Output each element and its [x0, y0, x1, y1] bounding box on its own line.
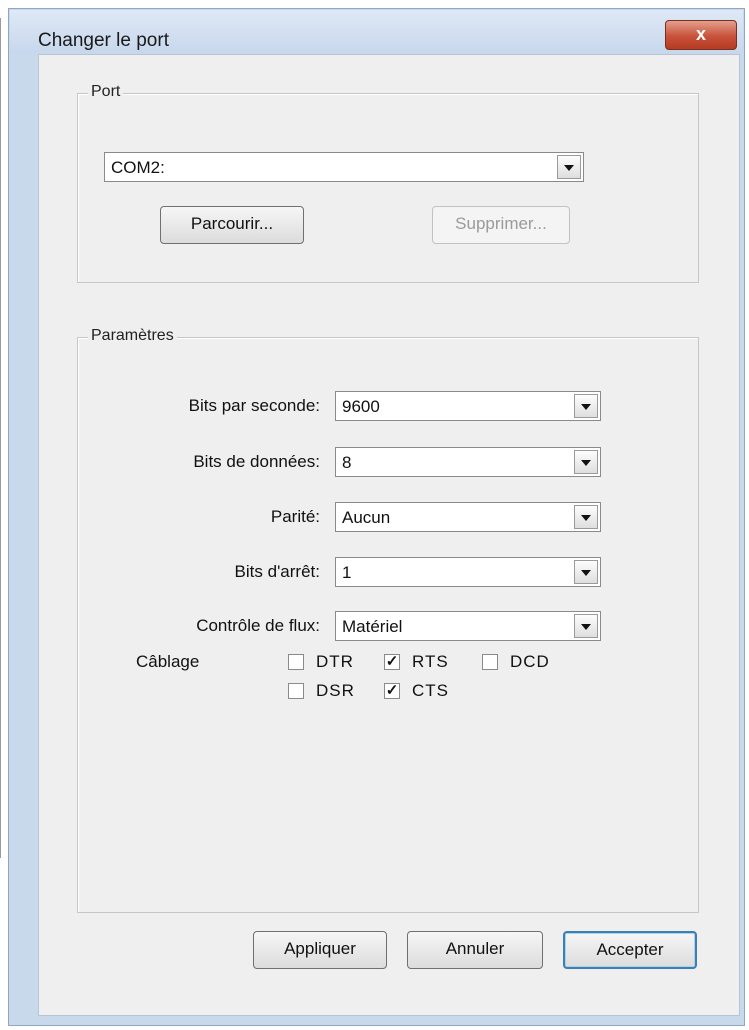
baud-rate-value: 9600 [342, 397, 380, 416]
checkbox-dcd[interactable]: DCD [482, 652, 562, 674]
port-group-legend: Port [88, 83, 124, 101]
checkbox-dtr[interactable]: DTR [288, 652, 368, 674]
parameters-group: Paramètres Bits par seconde: 9600 Bits d… [77, 327, 699, 913]
checkbox-box[interactable] [288, 683, 304, 699]
checkbox-box[interactable] [482, 654, 498, 670]
close-icon: x [695, 24, 706, 44]
parity-select[interactable]: Aucun [335, 502, 601, 532]
checkbox-label: CTS [412, 681, 449, 700]
checkbox-box[interactable] [288, 654, 304, 670]
checkbox-label: DTR [316, 652, 354, 671]
checkbox-label: DCD [510, 652, 550, 671]
dialog-client-area: Port COM2: Parcourir... Supprimer... Par… [38, 54, 740, 1016]
chevron-down-icon[interactable] [574, 505, 598, 529]
flow-control-select[interactable]: Matériel [335, 611, 601, 641]
stop-bits-select[interactable]: 1 [335, 557, 601, 587]
checkbox-cts[interactable]: ✓ CTS [384, 681, 464, 703]
delete-button[interactable]: Supprimer... [432, 206, 570, 244]
checkbox-rts[interactable]: ✓ RTS [384, 652, 464, 674]
checkmark-icon[interactable]: ✓ [384, 683, 400, 699]
chevron-down-icon[interactable] [574, 560, 598, 584]
title-bar[interactable]: Changer le port x [10, 10, 743, 54]
cancel-button[interactable]: Annuler [407, 931, 543, 969]
flow-control-value: Matériel [342, 617, 403, 636]
port-select[interactable]: COM2: [104, 152, 584, 182]
port-group: Port COM2: Parcourir... Supprimer... [77, 83, 699, 283]
cabling-label: Câblage [136, 652, 200, 671]
close-button[interactable]: x [665, 20, 737, 50]
port-select-value: COM2: [111, 158, 165, 177]
parity-value: Aucun [342, 508, 391, 527]
parity-label: Parité: [270, 507, 320, 526]
stop-bits-label: Bits d'arrêt: [234, 562, 320, 581]
chevron-down-icon[interactable] [557, 155, 581, 179]
browse-button[interactable]: Parcourir... [160, 206, 304, 244]
accept-button[interactable]: Accepter [563, 931, 697, 969]
flow-control-label: Contrôle de flux: [196, 616, 320, 635]
dialog-title: Changer le port [38, 30, 169, 51]
parameters-group-legend: Paramètres [88, 327, 177, 345]
apply-button[interactable]: Appliquer [253, 931, 387, 969]
stop-bits-value: 1 [342, 563, 352, 582]
data-bits-select[interactable]: 8 [335, 447, 601, 477]
checkbox-label: DSR [316, 681, 355, 700]
baud-rate-select[interactable]: 9600 [335, 391, 601, 421]
chevron-down-icon[interactable] [574, 614, 598, 638]
checkmark-icon[interactable]: ✓ [384, 654, 400, 670]
data-bits-value: 8 [342, 453, 352, 472]
chevron-down-icon[interactable] [574, 394, 598, 418]
checkbox-dsr[interactable]: DSR [288, 681, 368, 703]
chevron-down-icon[interactable] [574, 450, 598, 474]
data-bits-label: Bits de données: [193, 452, 320, 471]
baud-rate-label: Bits par seconde: [188, 396, 320, 415]
checkbox-label: RTS [412, 652, 449, 671]
